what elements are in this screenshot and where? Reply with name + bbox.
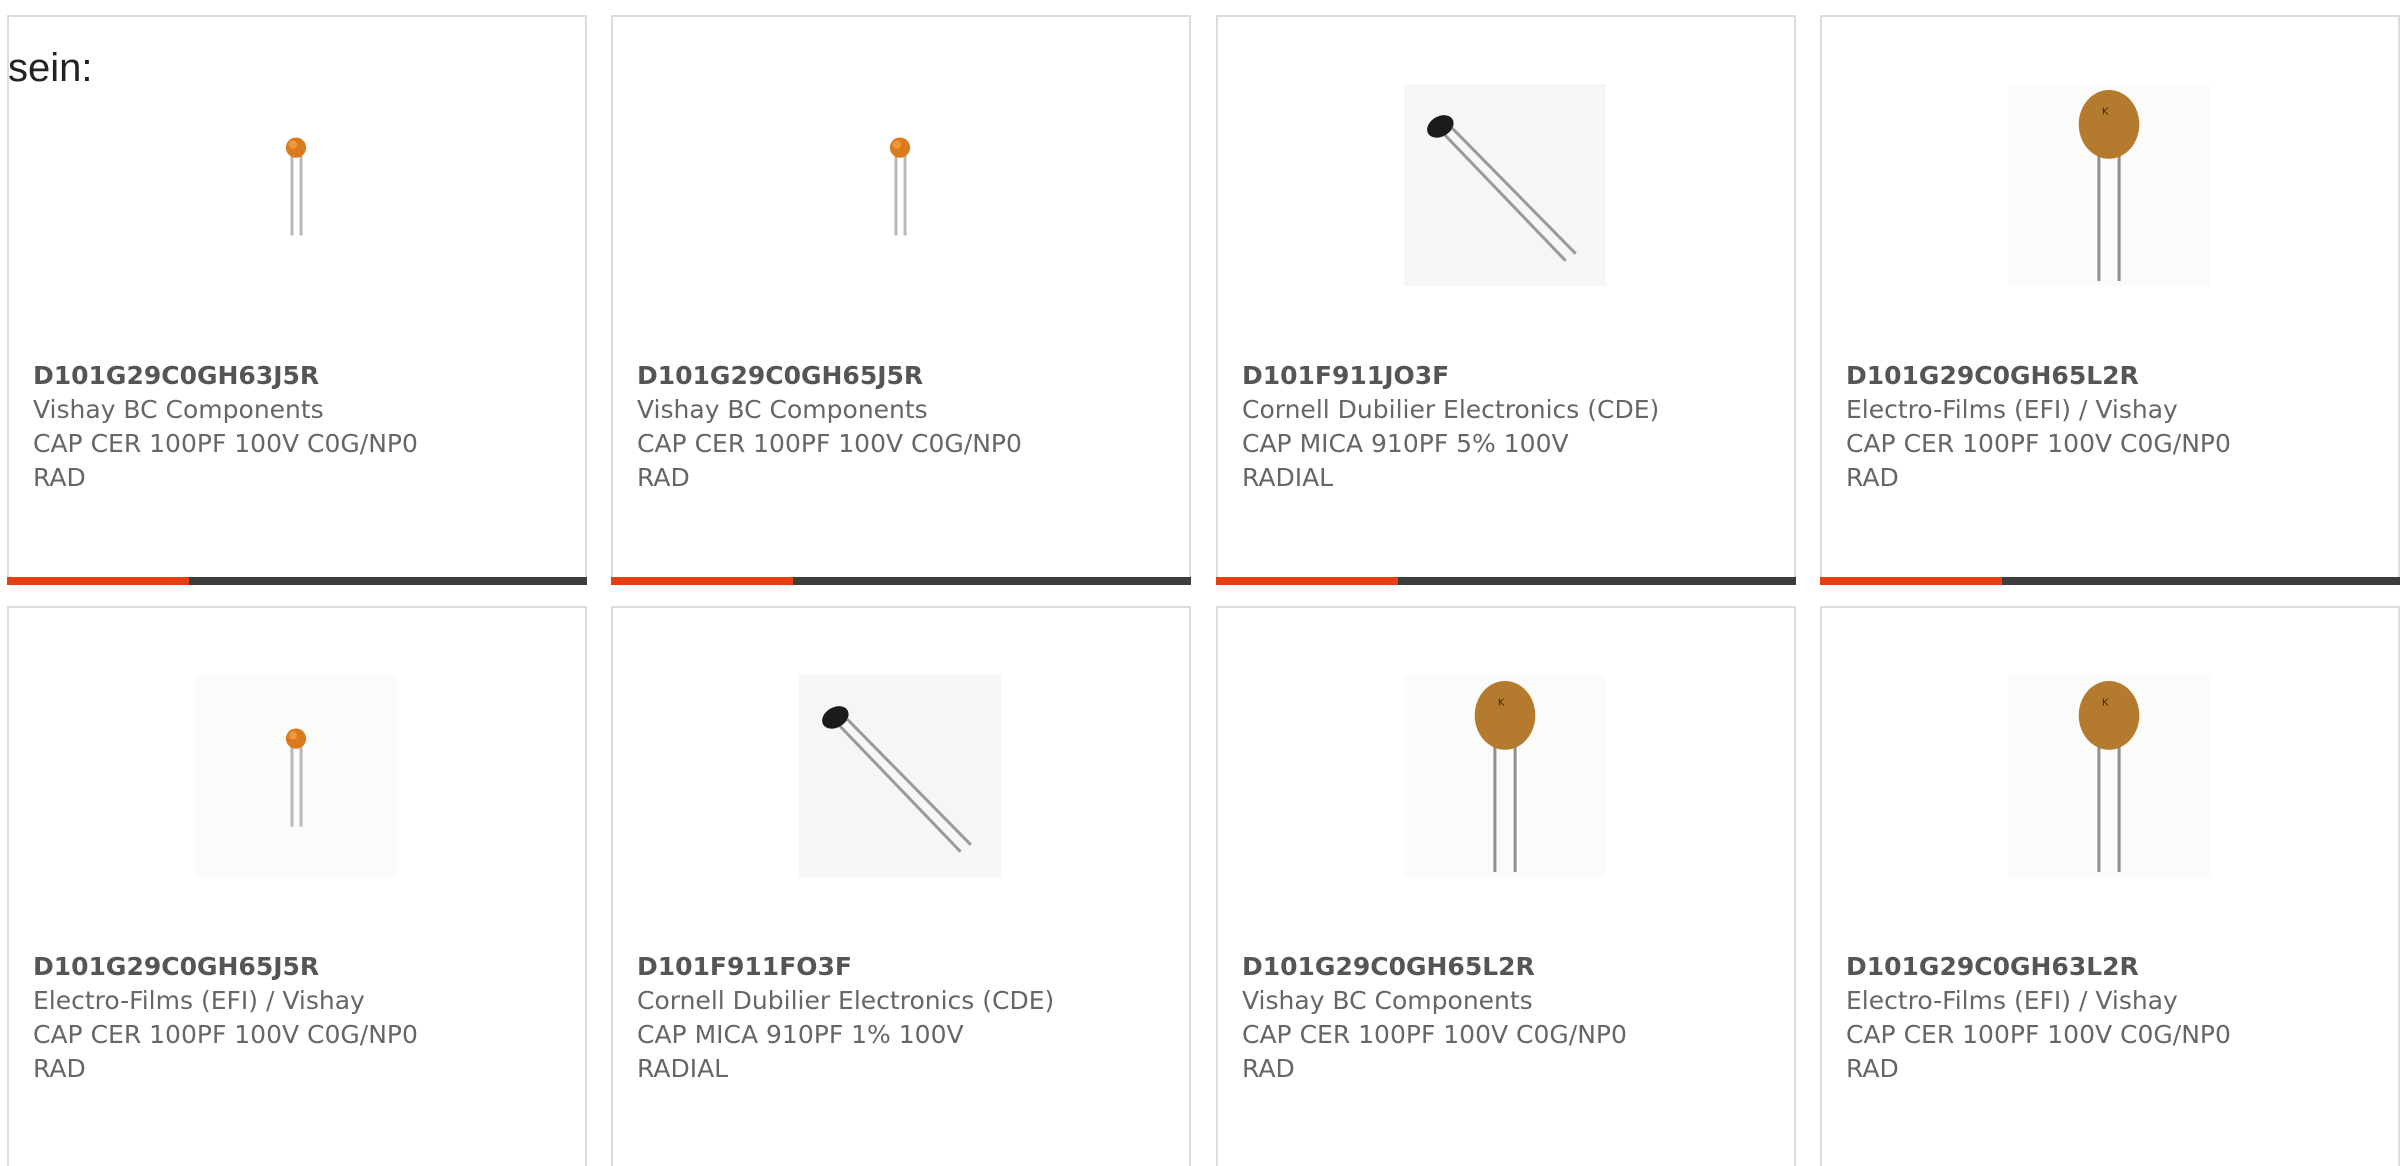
card-accent-fill [1216,577,1398,585]
manufacturer: Vishay BC Components [637,395,928,424]
description: CAP MICA 910PF 5% 100V [1242,429,1569,458]
part-number[interactable]: D101F911FO3F [637,950,1177,984]
part-number[interactable]: D101G29C0GH65J5R [33,950,573,984]
disc-capacitor-icon: K [2008,675,2210,877]
manufacturer: Cornell Dubilier Electronics (CDE) [637,986,1055,1015]
part-number[interactable]: D101G29C0GH65L2R [1242,950,1782,984]
manufacturer: Vishay BC Components [1242,986,1533,1015]
description: CAP CER 100PF 100V C0G/NP0 [637,429,1022,458]
package: RAD [1846,1054,1899,1083]
disc-capacitor-icon: K [1404,675,1606,877]
card-accent-bar [611,577,1191,585]
product-card[interactable]: D101G29C0GH65J5R Electro-Films (EFI) / V… [7,606,587,1166]
manufacturer: Electro-Films (EFI) / Vishay [1846,986,2178,1015]
product-card[interactable]: D101G29C0GH63J5R Vishay BC Components CA… [7,15,587,585]
product-card[interactable]: D101G29C0GH65J5R Vishay BC Components CA… [611,15,1191,585]
product-card[interactable]: K D101G29C0GH65L2R Electro-Films (EFI) /… [1820,15,2400,585]
card-accent-bar [1820,577,2400,585]
product-image[interactable] [195,84,397,286]
svg-text:K: K [2102,697,2109,708]
card-accent-fill [611,577,793,585]
description: CAP CER 100PF 100V C0G/NP0 [1846,429,2231,458]
card-accent-bar [7,577,587,585]
manufacturer: Vishay BC Components [33,395,324,424]
product-image[interactable] [1404,84,1606,286]
package: RAD [33,1054,86,1083]
product-image[interactable]: K [2008,675,2210,877]
part-number[interactable]: D101G29C0GH63L2R [1846,950,2386,984]
manufacturer: Electro-Films (EFI) / Vishay [33,986,365,1015]
part-number[interactable]: D101G29C0GH65J5R [637,359,1177,393]
part-number[interactable]: D101G29C0GH65L2R [1846,359,2386,393]
intro-text: sein: [8,46,93,90]
svg-text:K: K [1498,697,1505,708]
product-image[interactable] [799,675,1001,877]
description: CAP CER 100PF 100V C0G/NP0 [1242,1020,1627,1049]
mica-capacitor-icon [799,675,1001,877]
part-number[interactable]: D101F911JO3F [1242,359,1782,393]
product-card[interactable]: K D101G29C0GH65L2R Vishay BC Components … [1216,606,1796,1166]
description: CAP MICA 910PF 1% 100V [637,1020,964,1049]
card-accent-fill [7,577,189,585]
product-image[interactable]: K [1404,675,1606,877]
package: RADIAL [1242,463,1334,492]
product-image[interactable] [799,84,1001,286]
card-accent-fill [1820,577,2002,585]
manufacturer: Electro-Films (EFI) / Vishay [1846,395,2178,424]
description: CAP CER 100PF 100V C0G/NP0 [1846,1020,2231,1049]
product-image[interactable] [195,675,397,877]
manufacturer: Cornell Dubilier Electronics (CDE) [1242,395,1660,424]
small-ceramic-capacitor-icon [889,137,911,236]
mica-capacitor-icon [1404,84,1606,286]
product-card[interactable]: D101F911JO3F Cornell Dubilier Electronic… [1216,15,1796,585]
package: RAD [33,463,86,492]
small-ceramic-capacitor-icon [195,675,397,877]
package: RAD [1242,1054,1295,1083]
package: RAD [637,463,690,492]
product-card[interactable]: D101F911FO3F Cornell Dubilier Electronic… [611,606,1191,1166]
description: CAP CER 100PF 100V C0G/NP0 [33,1020,418,1049]
disc-capacitor-icon: K [2008,84,2210,286]
product-image[interactable]: K [2008,84,2210,286]
package: RAD [1846,463,1899,492]
small-ceramic-capacitor-icon [285,137,307,236]
card-accent-bar [1216,577,1796,585]
svg-text:K: K [2102,106,2109,117]
description: CAP CER 100PF 100V C0G/NP0 [33,429,418,458]
product-card[interactable]: K D101G29C0GH63L2R Electro-Films (EFI) /… [1820,606,2400,1166]
package: RADIAL [637,1054,729,1083]
part-number[interactable]: D101G29C0GH63J5R [33,359,573,393]
